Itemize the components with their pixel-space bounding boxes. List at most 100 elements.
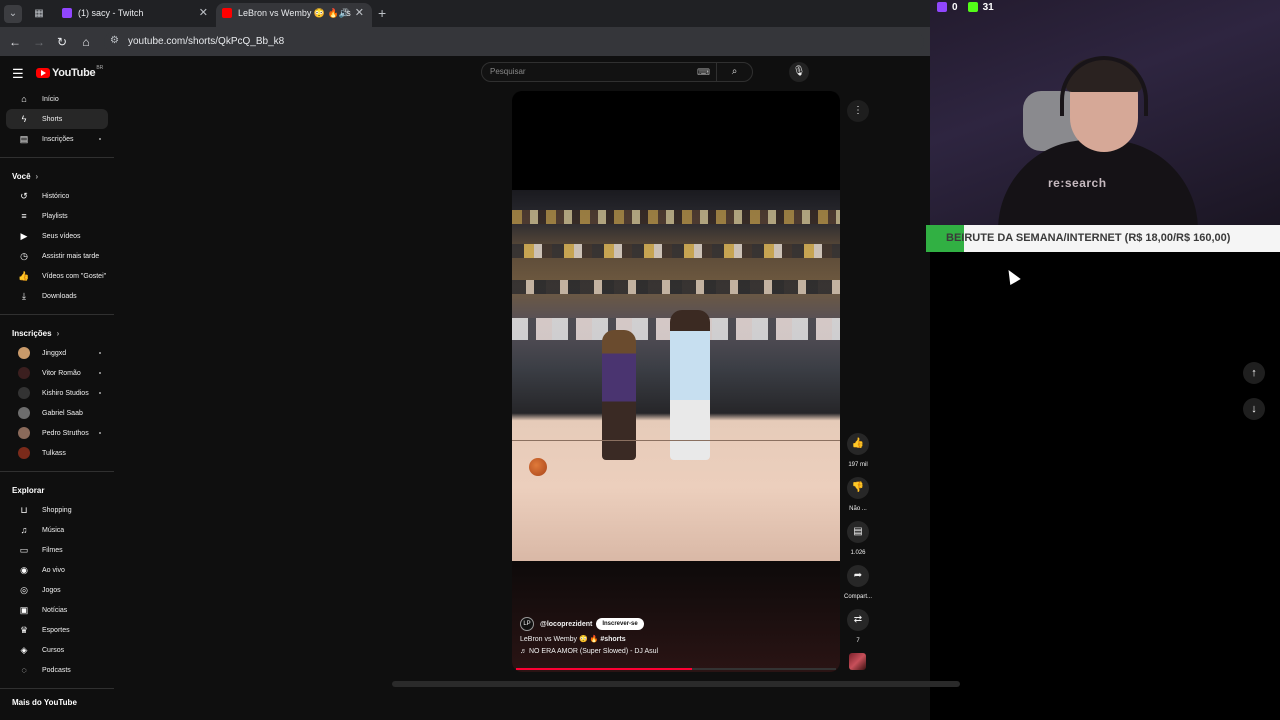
subscribe-button[interactable]: Inscrever-se bbox=[596, 618, 644, 630]
search-button[interactable]: ⌕ bbox=[716, 63, 752, 81]
sidebar-item-gaming[interactable]: ◎ Jogos bbox=[6, 580, 108, 600]
channel-avatar[interactable]: LP bbox=[520, 617, 534, 631]
avatar bbox=[18, 447, 30, 459]
voice-search-icon[interactable]: 🎙 bbox=[789, 62, 809, 82]
back-button[interactable]: ← bbox=[6, 33, 24, 51]
more-options-icon[interactable]: ⋮ bbox=[847, 100, 869, 122]
sidebar-item-courses[interactable]: ◈ Cursos bbox=[6, 640, 108, 660]
sidebar-item-label: Pedro Struthos bbox=[42, 429, 89, 437]
divider bbox=[0, 157, 114, 158]
sidebar-item-label: Shopping bbox=[42, 506, 72, 514]
sidebar-item-label: Inscrições bbox=[42, 135, 74, 143]
share-button[interactable]: ➦ Compart... bbox=[838, 565, 878, 600]
sidebar-item-live[interactable]: ◉ Ao vivo bbox=[6, 560, 108, 580]
sidebar-section-subscriptions[interactable]: Inscrições › bbox=[0, 323, 114, 343]
hamburger-menu-icon[interactable]: ☰ bbox=[12, 66, 24, 82]
sound-thumbnail[interactable] bbox=[849, 653, 866, 670]
hashtag-link[interactable]: #shorts bbox=[600, 636, 625, 643]
music-credit[interactable]: ♬ NO ERA AMOR (Super Slowed) - DJ Asul bbox=[520, 648, 830, 655]
sidebar-item-channel[interactable]: Vitor Romão bbox=[6, 363, 108, 383]
sidebar-item-label: Gabriel Saab bbox=[42, 409, 83, 417]
divider bbox=[0, 471, 114, 472]
sidebar-item-label: Esportes bbox=[42, 626, 70, 634]
sidebar-item-label: Jinggxd bbox=[42, 349, 67, 357]
shopping-bag-icon: ⊔ bbox=[20, 504, 28, 515]
sidebar-item-channel[interactable]: Jinggxd bbox=[6, 343, 108, 363]
stream-banner: BEIRUTE DA SEMANA/INTERNET (R$ 18,00/R$ … bbox=[926, 225, 1280, 252]
site-info-icon[interactable]: ⚙ bbox=[110, 35, 119, 46]
close-icon[interactable]: ✕ bbox=[199, 3, 208, 23]
channel-name[interactable]: @locoprezident bbox=[540, 621, 592, 628]
sidebar-item-shopping[interactable]: ⊔ Shopping bbox=[6, 500, 108, 520]
search-input[interactable]: Pesquisar bbox=[490, 67, 526, 76]
next-short-button[interactable]: ↓ bbox=[1243, 398, 1265, 420]
divider bbox=[0, 314, 114, 315]
kick-viewers-icon bbox=[967, 2, 978, 12]
sidebar-item-downloads[interactable]: ⤓ Downloads bbox=[6, 286, 108, 306]
sidebar-item-your-videos[interactable]: ▶ Seus vídeos bbox=[6, 226, 108, 246]
tab-label: (1) sacy - Twitch bbox=[78, 8, 144, 18]
progress-fill bbox=[516, 668, 692, 670]
section-title: Você bbox=[12, 171, 31, 181]
avatar bbox=[18, 407, 30, 419]
remix-button[interactable]: ⇄ 7 bbox=[838, 609, 878, 644]
video-progress-bar[interactable] bbox=[516, 668, 836, 670]
remix-icon: ⇄ bbox=[847, 609, 869, 631]
sidebar-item-podcasts[interactable]: ◌ Podcasts bbox=[6, 660, 108, 680]
film-icon: ▭ bbox=[19, 544, 29, 555]
sidebar-item-label: Jogos bbox=[42, 586, 61, 594]
twitch-viewer-count: 0 bbox=[952, 1, 958, 13]
youtube-logo[interactable]: YouTube BR bbox=[36, 65, 103, 79]
your-videos-icon: ▶ bbox=[20, 230, 28, 241]
sidebar-section-you[interactable]: Você › bbox=[0, 166, 114, 186]
sidebar-item-channel[interactable]: Pedro Struthos bbox=[6, 423, 108, 443]
short-video-player[interactable] bbox=[512, 91, 840, 672]
keyboard-icon[interactable]: ⌨ bbox=[697, 67, 710, 78]
liked-icon: 👍 bbox=[18, 270, 30, 281]
tab-twitch[interactable]: (1) sacy - Twitch ✕ bbox=[56, 3, 216, 27]
close-icon[interactable]: ✕ bbox=[355, 3, 364, 23]
sidebar-item-news[interactable]: ▣ Notícias bbox=[6, 600, 108, 620]
live-icon: ◉ bbox=[20, 564, 28, 575]
sidebar-item-shorts[interactable]: ϟ Shorts bbox=[6, 109, 108, 129]
sidebar-item-channel[interactable]: Gabriel Saab bbox=[6, 403, 108, 423]
extension-icon[interactable]: ▦ bbox=[30, 5, 48, 23]
subscriptions-icon: ▤ bbox=[19, 133, 29, 144]
horizontal-scrollbar[interactable] bbox=[392, 681, 960, 687]
sidebar-item-label: Música bbox=[42, 526, 65, 534]
sidebar-item-history[interactable]: ↺ Histórico bbox=[6, 186, 108, 206]
sidebar-item-movies[interactable]: ▭ Filmes bbox=[6, 540, 108, 560]
section-title: Explorar bbox=[12, 485, 45, 495]
sidebar-item-channel[interactable]: Tulkass bbox=[6, 443, 108, 463]
sidebar-item-watch-later[interactable]: ◷ Assistir mais tarde bbox=[6, 246, 108, 266]
speaker-icon[interactable]: 🔊 bbox=[339, 3, 350, 23]
sidebar-item-playlists[interactable]: ≡ Playlists bbox=[6, 206, 108, 226]
home-button[interactable]: ⌂ bbox=[77, 33, 95, 51]
url-field[interactable]: ⚙ youtube.com/shorts/QkPcQ_Bb_k8 bbox=[104, 31, 924, 53]
tab-youtube[interactable]: LeBron vs Wemby 😳 🔥 #s 🔊 ✕ bbox=[216, 3, 372, 27]
sidebar-item-music[interactable]: ♫ Música bbox=[6, 520, 108, 540]
basketball-video-frame bbox=[512, 190, 840, 562]
sidebar-item-liked-videos[interactable]: 👍 Vídeos com "Gostei" bbox=[6, 266, 108, 286]
sidebar-item-sports[interactable]: ♛ Esportes bbox=[6, 620, 108, 640]
dislike-button[interactable]: 👎 Não ... bbox=[838, 477, 878, 512]
tab-search-icon[interactable]: ⌄ bbox=[4, 5, 22, 23]
logo-text: YouTube bbox=[52, 67, 96, 79]
youtube-favicon-icon bbox=[222, 8, 232, 18]
like-button[interactable]: 👍 197 mil bbox=[838, 433, 878, 468]
forward-button[interactable]: → bbox=[30, 33, 48, 51]
watch-later-icon: ◷ bbox=[20, 250, 28, 261]
channel-row: LP @locoprezident Inscrever-se bbox=[520, 616, 830, 632]
comments-button[interactable]: ▤ 1.026 bbox=[838, 521, 878, 556]
sidebar-item-subscriptions[interactable]: ▤ Inscrições bbox=[6, 129, 108, 149]
twitch-favicon-icon bbox=[62, 8, 72, 18]
avatar bbox=[18, 347, 30, 359]
podcast-icon: ◌ bbox=[21, 665, 27, 675]
new-tab-button[interactable]: + bbox=[378, 5, 386, 21]
sidebar-item-home[interactable]: ⌂ Início bbox=[6, 89, 108, 109]
sidebar-item-channel[interactable]: Kishiro Studios bbox=[6, 383, 108, 403]
sidebar-item-label: Downloads bbox=[42, 292, 77, 300]
reload-button[interactable]: ↻ bbox=[53, 33, 71, 51]
previous-short-button[interactable]: ↑ bbox=[1243, 362, 1265, 384]
crowd bbox=[512, 244, 840, 258]
